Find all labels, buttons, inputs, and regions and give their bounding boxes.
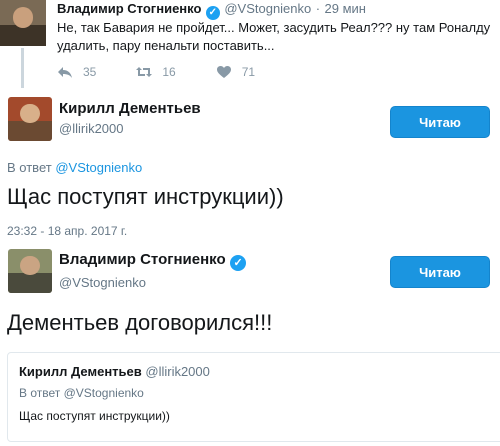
avatar-shade	[8, 273, 52, 293]
retweet-icon	[136, 67, 153, 77]
quoted-author-handle: @llirik2000	[145, 364, 210, 379]
reply-avatar[interactable]	[8, 97, 52, 141]
reply-to-handle[interactable]: @VStognienko	[55, 160, 142, 175]
verified-badge-icon: ✓	[205, 6, 220, 20]
quoted-tweet-card[interactable]: Кирилл Дементьев @llirik2000 В ответ @VS…	[7, 352, 500, 442]
reply-text: Щас поступят инструкции))	[7, 184, 284, 209]
reply-to-prefix: В ответ	[7, 160, 52, 175]
avatar-head	[12, 7, 34, 28]
avatar-shade	[0, 25, 46, 46]
reply-follow-button[interactable]: Читаю	[390, 106, 490, 138]
quoted-reply-to-line: В ответ @VStognienko	[19, 386, 144, 400]
avatar-head	[20, 256, 40, 276]
reply-author-block: Кирилл Дементьев @llirik2000	[59, 100, 201, 136]
reply-timestamp[interactable]: 23:32 - 18 апр. 2017 г.	[7, 224, 127, 238]
main-author-name-row: Владимир Стогниенко ✓	[59, 251, 247, 271]
main-author-name[interactable]: Владимир Стогниенко	[59, 251, 226, 268]
parent-avatar[interactable]	[0, 0, 46, 46]
main-author-block: Владимир Стогниенко ✓ @VStognienko	[59, 251, 247, 290]
retweet-count: 16	[162, 65, 176, 79]
like-count: 71	[241, 65, 256, 79]
parent-actions: 35 16 71	[57, 64, 255, 80]
retweet-action[interactable]: 16	[136, 64, 176, 80]
parent-author-handle[interactable]: @VStognienko	[224, 1, 311, 16]
verified-badge-icon: ✓	[230, 255, 247, 271]
reply-to-line: В ответ @VStognienko	[7, 160, 142, 175]
main-text: Дементьев договорился!!!	[7, 310, 273, 335]
parent-thread-line	[21, 48, 24, 88]
parent-header: Владимир Стогниенко ✓ @VStognienko · 29 …	[57, 0, 366, 20]
quoted-reply-to-handle: @VStognienko	[63, 386, 144, 400]
reply-action[interactable]: 35	[57, 64, 96, 80]
heart-icon	[216, 66, 231, 78]
quoted-header: Кирилл Дементьев @llirik2000	[19, 364, 210, 379]
parent-text-line2: удалить, пару пенальти поставить...	[57, 38, 275, 53]
reply-author-handle[interactable]: @llirik2000	[59, 121, 201, 136]
like-action[interactable]: 71	[216, 64, 255, 80]
reply-count: 35	[83, 65, 97, 79]
reply-icon	[58, 67, 72, 78]
avatar-head	[20, 104, 40, 124]
quoted-reply-to-prefix: В ответ	[19, 386, 61, 400]
parent-timestamp[interactable]: 29 мин	[325, 1, 366, 16]
quoted-author-name: Кирилл Дементьев	[19, 364, 142, 379]
avatar-shade	[8, 121, 52, 141]
quoted-text: Щас поступят инструкции))	[19, 409, 170, 423]
main-follow-button[interactable]: Читаю	[390, 256, 490, 288]
reply-author-name[interactable]: Кирилл Дементьев	[59, 100, 201, 117]
time-separator: ·	[315, 1, 321, 16]
main-author-handle[interactable]: @VStognienko	[59, 275, 246, 290]
main-avatar[interactable]	[8, 249, 52, 293]
parent-text: Не, так Бавария не пройдет... Может, зас…	[57, 19, 490, 55]
parent-text-line1: Не, так Бавария не пройдет... Может, зас…	[57, 20, 491, 35]
parent-author-name[interactable]: Владимир Стогниенко	[57, 1, 201, 16]
